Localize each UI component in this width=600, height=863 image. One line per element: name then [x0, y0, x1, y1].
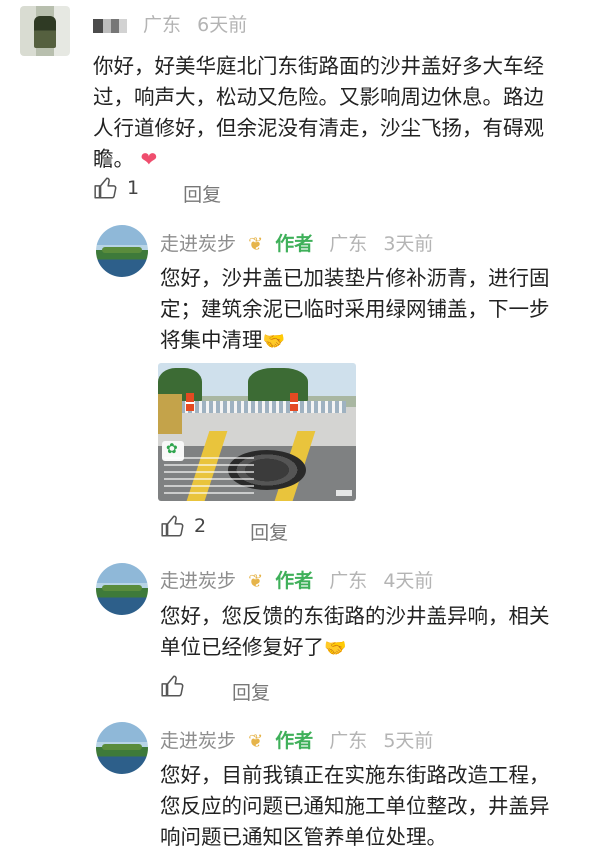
photo-roller: [158, 394, 182, 434]
author-badge: 作者: [275, 730, 314, 752]
like-button[interactable]: 2: [160, 513, 206, 539]
photo-railing: [178, 401, 346, 413]
comment-region: 广东: [329, 233, 368, 255]
comment-meta: 广东 6天前: [93, 10, 247, 37]
comment-actions: 2 回复: [160, 513, 288, 545]
comment-text: 您好，目前我镇正在实施东街路改造工程， 您反应的问题已通知施工单位整改，井盖异 …: [160, 763, 550, 849]
photo-corner-mark: [336, 490, 352, 496]
avatar[interactable]: [96, 563, 148, 615]
thumbs-up-icon: [161, 675, 184, 697]
avatar[interactable]: [20, 6, 70, 56]
author-name[interactable]: 走进炭步: [160, 233, 236, 255]
comment-meta: 走进炭步 ❦ 作者 广东 4天前: [160, 566, 433, 593]
comment-time: 3天前: [383, 233, 434, 255]
comment-actions: 回复: [160, 673, 270, 705]
reply-button[interactable]: 回复: [232, 682, 270, 704]
comment-actions: 1 回复: [93, 175, 221, 207]
comment-time: 6天前: [197, 14, 248, 36]
thumbs-up-icon: [161, 515, 184, 537]
photo-watermark-text: [164, 457, 254, 495]
comment-region: 广东: [329, 730, 368, 752]
comment-text: 你好，好美华庭北门东街路面的沙井盖好多大车经 过，响声大，松动又危险。又影响周边…: [93, 54, 544, 171]
comment-text: 您好，您反馈的东街路的沙井盖异响，相关 单位已经修复好了🤝: [160, 604, 550, 659]
photo-cone: [186, 393, 194, 411]
avatar[interactable]: [96, 225, 148, 277]
comment-text: 您好，沙井盖已加装垫片修补沥青，进行固 定；建筑余泥已临时采用绿网铺盖，下一步 …: [160, 266, 550, 352]
handshake-emoji-icon: 🤝: [324, 638, 347, 659]
heart-ribbon-icon: ❦: [248, 731, 264, 752]
heart-ribbon-icon: ❦: [248, 234, 264, 255]
author-badge: 作者: [275, 233, 314, 255]
photo-tree: [248, 368, 308, 403]
comment-region: 广东: [329, 570, 368, 592]
comment-time: 5天前: [383, 730, 434, 752]
author-name[interactable]: 走进炭步: [160, 570, 236, 592]
like-count: 2: [194, 515, 207, 537]
like-button[interactable]: [160, 673, 194, 699]
comment-region: 广东: [143, 14, 182, 36]
avatar[interactable]: [96, 722, 148, 774]
photo-cone: [290, 393, 298, 411]
reply-button[interactable]: 回复: [183, 184, 221, 206]
thumbs-up-icon: [94, 177, 117, 199]
heart-ribbon-icon: ❦: [248, 571, 264, 592]
comment-meta: 走进炭步 ❦ 作者 广东 5天前: [160, 726, 433, 753]
reply-button[interactable]: 回复: [250, 522, 288, 544]
like-count: 1: [127, 177, 140, 199]
comment-meta: 走进炭步 ❦ 作者 广东 3天前: [160, 229, 433, 256]
comment-time: 4天前: [383, 570, 434, 592]
like-button[interactable]: 1: [93, 175, 139, 201]
comment-photo[interactable]: [158, 363, 356, 501]
heart-emoji-icon: ❤: [140, 147, 158, 171]
user-name-pixelated[interactable]: [93, 18, 127, 33]
author-badge: 作者: [275, 570, 314, 592]
handshake-emoji-icon: 🤝: [262, 331, 285, 352]
author-name[interactable]: 走进炭步: [160, 730, 236, 752]
